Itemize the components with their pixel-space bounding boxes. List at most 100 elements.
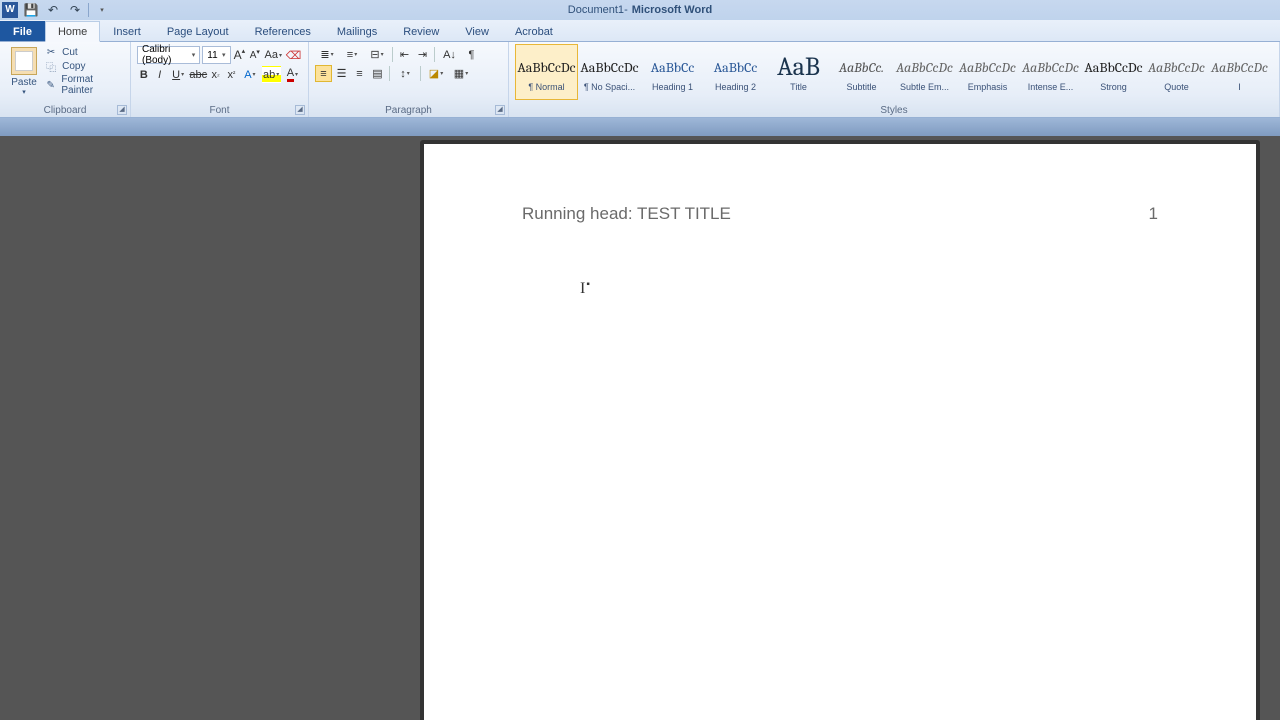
page[interactable]: Running head: TEST TITLE 1 I▪ xyxy=(424,144,1256,720)
style-preview: AaBbCc xyxy=(651,52,695,82)
chevron-down-icon: ▾ xyxy=(22,88,26,96)
tab-mailings[interactable]: Mailings xyxy=(324,21,390,41)
tab-acrobat[interactable]: Acrobat xyxy=(502,21,566,41)
clear-formatting-icon[interactable]: ⌫ xyxy=(285,47,302,64)
bold-icon[interactable]: B xyxy=(137,66,151,83)
document-area[interactable]: Running head: TEST TITLE 1 I▪ xyxy=(0,118,1280,720)
shrink-font-icon[interactable]: A▾ xyxy=(248,47,261,64)
window-title: Document1 - Microsoft Word xyxy=(0,0,1280,20)
multilevel-list-icon[interactable]: ⊟▾ xyxy=(365,46,389,63)
text-effects-icon[interactable]: A▾ xyxy=(240,66,259,83)
group-font: Calibri (Body)▾ 11▾ A▴ A▾ Aa▾ ⌫ B I U▾ a… xyxy=(131,42,309,117)
font-name-combo[interactable]: Calibri (Body)▾ xyxy=(137,46,200,64)
style--normal[interactable]: AaBbCcDc¶ Normal xyxy=(515,44,578,100)
style-preview: AaBbCcDc xyxy=(896,52,953,82)
style-preview: AaBbCcDc xyxy=(1084,52,1142,82)
qat-customize-icon[interactable]: ▾ xyxy=(93,1,111,19)
qat-undo-icon[interactable]: ↶ xyxy=(44,1,62,19)
tab-file[interactable]: File xyxy=(0,21,45,41)
group-styles: AaBbCcDc¶ NormalAaBbCcDc¶ No Spaci...AaB… xyxy=(509,42,1280,117)
show-marks-icon[interactable]: ¶ xyxy=(463,46,480,63)
style-subtle-em-[interactable]: AaBbCcDcSubtle Em... xyxy=(893,44,956,100)
style-label: Title xyxy=(769,82,829,92)
italic-icon[interactable]: I xyxy=(153,66,167,83)
group-clipboard: Paste ▾ ✂Cut ⿻Copy ✎Format Painter Clipb… xyxy=(0,42,131,117)
grow-font-icon[interactable]: A▴ xyxy=(233,47,247,64)
superscript-icon[interactable]: x² xyxy=(225,66,239,83)
align-center-icon[interactable]: ☰ xyxy=(333,65,350,82)
paste-icon xyxy=(11,47,37,75)
copy-button[interactable]: ⿻Copy xyxy=(44,60,124,72)
tab-references[interactable]: References xyxy=(242,21,324,41)
style-label: ¶ Normal xyxy=(517,82,577,92)
align-right-icon[interactable]: ≡ xyxy=(351,65,368,82)
style-preview: AaBbCc. xyxy=(839,52,884,82)
group-paragraph: ≣▾ ≡▾ ⊟▾ ⇤ ⇥ A↓ ¶ ≡ ☰ ≡ ▤ ↕▾ ◪▾ ▦▾ Parag… xyxy=(309,42,509,117)
line-spacing-icon[interactable]: ↕▾ xyxy=(393,65,417,82)
increase-indent-icon[interactable]: ⇥ xyxy=(414,46,431,63)
style-preview: AaBbCcDc xyxy=(1211,52,1268,82)
running-head: Running head: TEST TITLE xyxy=(522,204,731,224)
qat-save-icon[interactable]: 💾 xyxy=(22,1,40,19)
change-case-icon[interactable]: Aa▾ xyxy=(264,47,283,64)
style-label: I xyxy=(1210,82,1270,92)
document-name: Document1 xyxy=(568,4,624,16)
style-label: Emphasis xyxy=(958,82,1018,92)
copy-icon: ⿻ xyxy=(44,60,58,72)
word-app-icon: W xyxy=(2,2,18,18)
decrease-indent-icon[interactable]: ⇤ xyxy=(396,46,413,63)
style-label: Quote xyxy=(1147,82,1207,92)
font-color-icon[interactable]: A▾ xyxy=(283,66,302,83)
style-i[interactable]: AaBbCcDcI xyxy=(1208,44,1271,100)
style-intense-e-[interactable]: AaBbCcDcIntense E... xyxy=(1019,44,1082,100)
numbering-icon[interactable]: ≡▾ xyxy=(340,46,364,63)
style-label: Intense E... xyxy=(1021,82,1081,92)
page-number: 1 xyxy=(1149,204,1158,224)
style-label: Strong xyxy=(1084,82,1144,92)
clipboard-launcher-icon[interactable]: ◢ xyxy=(117,105,127,115)
style-preview: AaBbCcDc xyxy=(959,52,1016,82)
subscript-icon[interactable]: x₂ xyxy=(209,66,223,83)
bullets-icon[interactable]: ≣▾ xyxy=(315,46,339,63)
style-label: Heading 1 xyxy=(643,82,703,92)
paste-button[interactable]: Paste ▾ xyxy=(6,44,42,103)
style-preview: AaB xyxy=(777,52,820,82)
sort-icon[interactable]: A↓ xyxy=(438,46,462,63)
strikethrough-icon[interactable]: abc xyxy=(190,66,207,83)
style-heading-2[interactable]: AaBbCcHeading 2 xyxy=(704,44,767,100)
font-size-combo[interactable]: 11▾ xyxy=(202,46,230,64)
tab-review[interactable]: Review xyxy=(390,21,452,41)
tab-view[interactable]: View xyxy=(452,21,502,41)
tab-home[interactable]: Home xyxy=(45,21,100,42)
qat-separator xyxy=(88,3,89,17)
tab-page-layout[interactable]: Page Layout xyxy=(154,21,242,41)
style-strong[interactable]: AaBbCcDcStrong xyxy=(1082,44,1145,100)
style-subtitle[interactable]: AaBbCc.Subtitle xyxy=(830,44,893,100)
paragraph-launcher-icon[interactable]: ◢ xyxy=(495,105,505,115)
style-quote[interactable]: AaBbCcDcQuote xyxy=(1145,44,1208,100)
format-painter-button[interactable]: ✎Format Painter xyxy=(44,74,124,96)
style-label: ¶ No Spaci... xyxy=(580,82,640,92)
underline-icon[interactable]: U▾ xyxy=(169,66,188,83)
shading-icon[interactable]: ◪▾ xyxy=(424,65,448,82)
highlight-icon[interactable]: ab▾ xyxy=(262,66,281,83)
page-header: Running head: TEST TITLE 1 xyxy=(522,204,1158,224)
qat-redo-icon[interactable]: ↷ xyxy=(66,1,84,19)
style-preview: AaBbCcDc xyxy=(1022,52,1079,82)
tab-insert[interactable]: Insert xyxy=(100,21,154,41)
style-label: Subtle Em... xyxy=(895,82,955,92)
ribbon: Paste ▾ ✂Cut ⿻Copy ✎Format Painter Clipb… xyxy=(0,42,1280,118)
font-launcher-icon[interactable]: ◢ xyxy=(295,105,305,115)
style--no-spaci-[interactable]: AaBbCcDc¶ No Spaci... xyxy=(578,44,641,100)
style-emphasis[interactable]: AaBbCcDcEmphasis xyxy=(956,44,1019,100)
borders-icon[interactable]: ▦▾ xyxy=(449,65,473,82)
style-preview: AaBbCcDc xyxy=(517,52,575,82)
align-left-icon[interactable]: ≡ xyxy=(315,65,332,82)
app-name: Microsoft Word xyxy=(632,4,712,16)
cut-button[interactable]: ✂Cut xyxy=(44,46,124,58)
style-heading-1[interactable]: AaBbCcHeading 1 xyxy=(641,44,704,100)
style-title[interactable]: AaBTitle xyxy=(767,44,830,100)
ribbon-tabs: File Home Insert Page Layout References … xyxy=(0,20,1280,42)
justify-icon[interactable]: ▤ xyxy=(369,65,386,82)
style-preview: AaBbCcDc xyxy=(580,52,638,82)
